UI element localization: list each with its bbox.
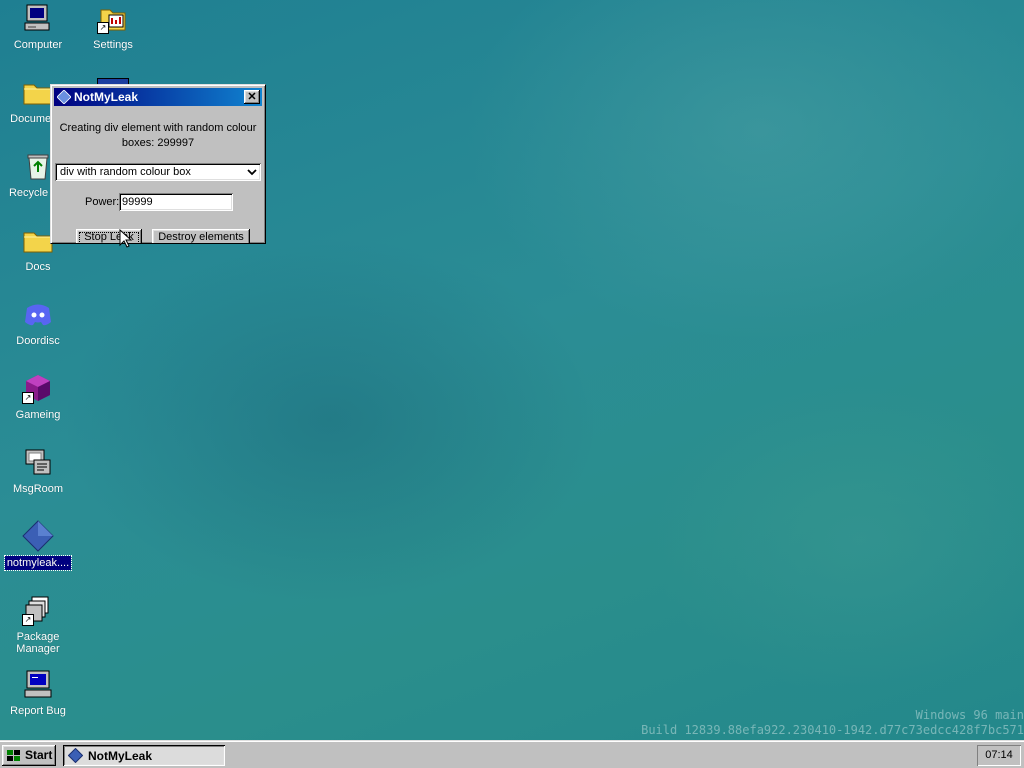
start-button[interactable]: Start [2,745,56,766]
report-bug-icon [22,668,54,700]
diamond-icon [68,748,83,763]
power-label: Power: [85,196,120,208]
shortcut-arrow-icon: ↗ [22,392,34,404]
taskbar-item-notmyleak[interactable]: NotMyLeak [63,745,225,766]
leak-status-text: Creating div element with random colour … [57,121,259,151]
mouse-cursor-icon [119,229,133,248]
diamond-icon [57,90,71,104]
desktop-icon-label: Docs [25,261,51,273]
destroy-elements-label: Destroy elements [158,231,244,243]
destroy-elements-button[interactable]: Destroy elements [152,229,250,243]
status-line-1: Creating div element with random colour [59,122,257,134]
desktop-icon-msgroom[interactable]: MsgRoom [0,446,76,496]
shortcut-arrow-icon: ↗ [97,22,109,34]
build-watermark: Windows 96 main Build 12839.88efa922.230… [641,708,1024,738]
build-line-1: Windows 96 main [915,708,1024,722]
desktop-icon-settings[interactable]: ↗ Settings [75,2,151,52]
desktop-icon-report-bug[interactable]: Report Bug [0,668,76,718]
power-input[interactable] [119,193,233,211]
desktop-icon-label: Gameing [15,409,61,421]
doordisc-icon [22,298,54,330]
settings-icon: ↗ [97,2,129,34]
desktop-icon-package-manager[interactable]: ↗ Package Manager [0,594,76,656]
build-line-2: Build 12839.88efa922.230410-1942.d77c73e… [641,723,1024,737]
package-manager-icon: ↗ [22,594,54,626]
desktop-icon-computer[interactable]: Computer [0,2,76,52]
desktop-icon-doordisc[interactable]: Doordisc [0,298,76,348]
select-value: div with random colour box [60,166,191,178]
desktop-icon-gameing[interactable]: ↗ Gameing [0,372,76,422]
chevron-down-icon [247,169,257,176]
taskbar: Start NotMyLeak 07:14 [0,740,1024,768]
desktop-icon-label: Package Manager [16,631,60,655]
desktop-icon-label: Report Bug [10,705,66,717]
desktop-icon-label: Doordisc [16,335,60,347]
desktop-icon-notmyleak[interactable]: notmyleak.... [0,520,76,571]
start-logo-icon [7,750,20,761]
shortcut-arrow-icon: ↗ [22,614,34,626]
window-titlebar[interactable]: NotMyLeak ✕ [54,88,262,106]
taskbar-item-label: NotMyLeak [88,749,153,763]
close-button[interactable]: ✕ [244,90,260,104]
desktop-icon-label: notmyleak.... [3,555,73,571]
leak-type-select[interactable]: div with random colour box [55,163,261,181]
desktop-icon-label: Settings [93,39,133,51]
game-cube-icon: ↗ [22,372,54,404]
system-tray-clock[interactable]: 07:14 [977,745,1021,766]
msgroom-icon [22,446,54,478]
window-title: NotMyLeak [74,90,139,104]
desktop-icon-label: MsgRoom [12,483,64,495]
desktop-icon-label: Computer [13,39,63,51]
status-line-2: boxes: 299997 [121,137,195,149]
start-label: Start [25,748,53,762]
computer-icon [22,2,54,34]
clock-text: 07:14 [985,749,1013,761]
diamond-icon [22,520,54,552]
power-row: Power: [51,193,265,211]
notmyleak-window[interactable]: NotMyLeak ✕ Creating div element with ra… [50,84,266,244]
